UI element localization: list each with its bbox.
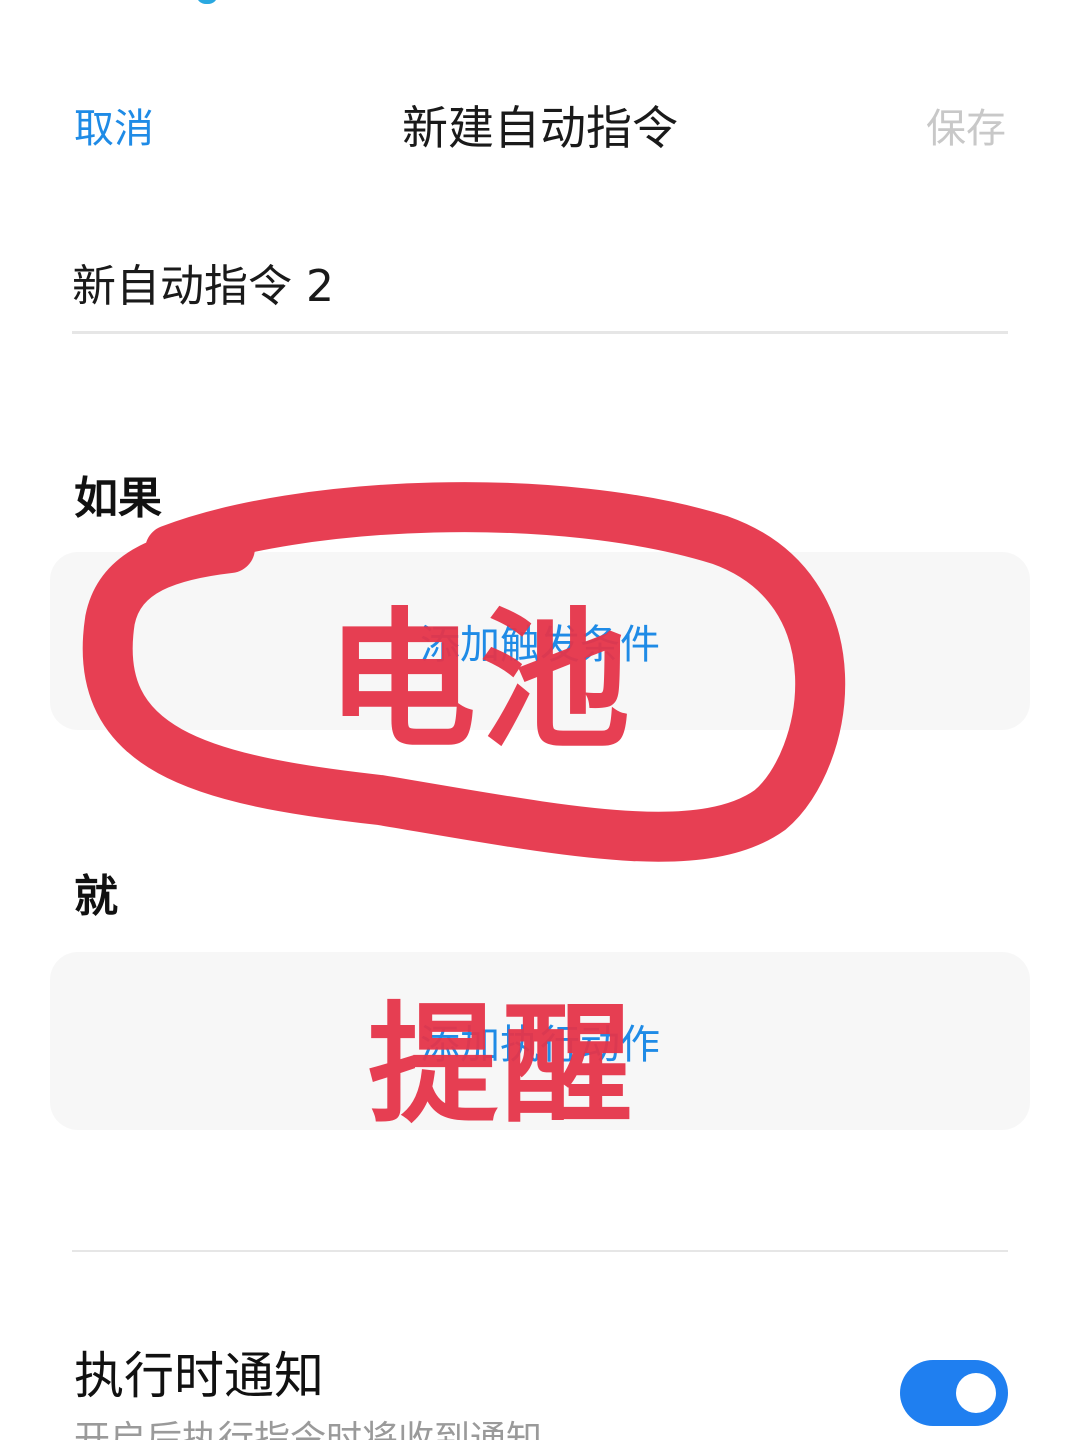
section-divider bbox=[72, 1250, 1008, 1252]
automation-name-value: 新自动指令 2 bbox=[72, 261, 334, 312]
then-section-label: 就 bbox=[74, 871, 118, 922]
if-section-label: 如果 bbox=[74, 473, 162, 524]
notify-on-run-title: 执行时通知 bbox=[74, 1347, 324, 1405]
remind-annotation: 提醒 bbox=[368, 989, 637, 1141]
toggle-knob bbox=[956, 1373, 996, 1413]
new-automation-page: 取消 新建自动指令 保存 新自动指令 2 如果 添加触发条件 就 添加执行动作 … bbox=[0, 0, 1080, 1440]
battery-annotation: 电池 bbox=[326, 595, 635, 769]
notify-toggle[interactable] bbox=[900, 1360, 1008, 1426]
status-bar bbox=[0, 0, 1080, 10]
page-title: 新建自动指令 bbox=[402, 101, 678, 155]
automation-name-field[interactable]: 新自动指令 2 bbox=[72, 250, 1008, 334]
notify-on-run-subtitle: 开启后执行指令时将收到通知 bbox=[74, 1419, 543, 1440]
status-app-icon bbox=[196, 0, 218, 4]
header: 取消 新建自动指令 保存 bbox=[0, 90, 1080, 160]
save-button[interactable]: 保存 bbox=[926, 96, 1006, 154]
